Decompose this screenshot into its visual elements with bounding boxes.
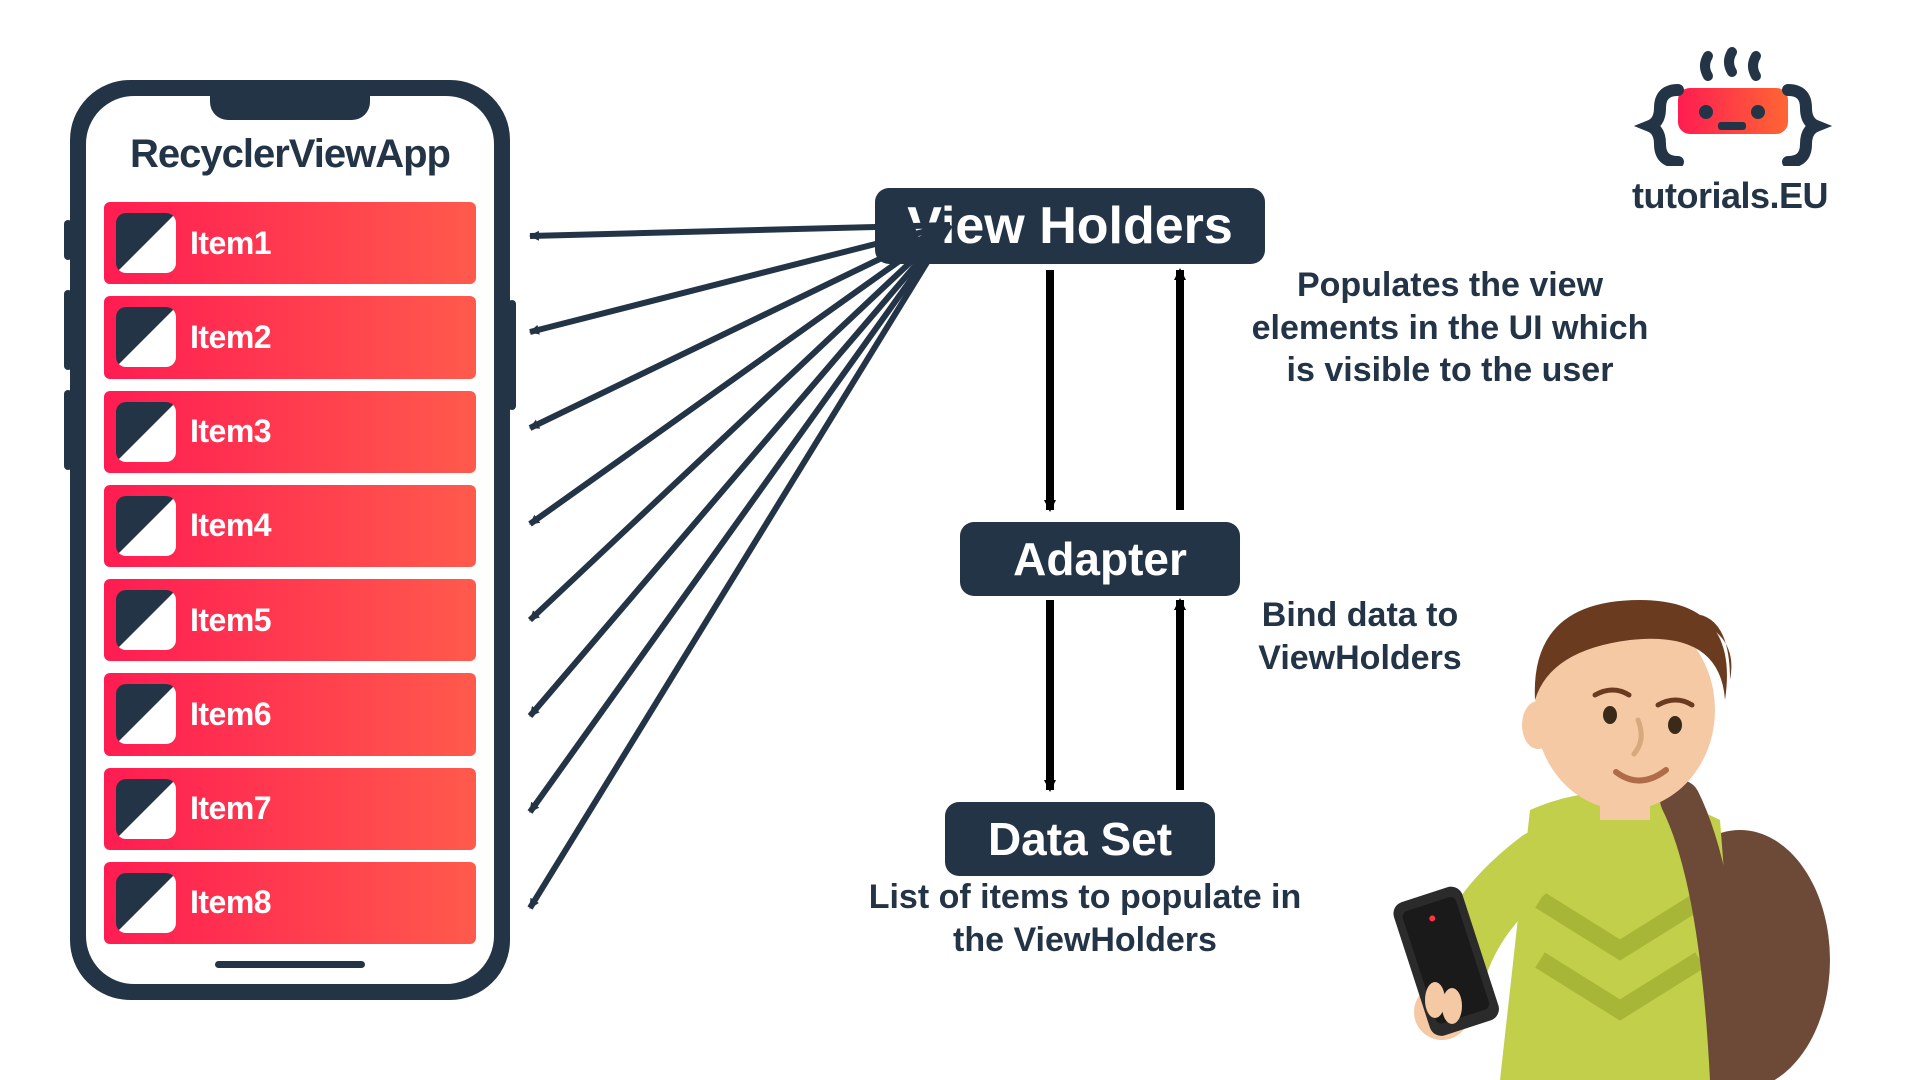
item-thumbnail-icon	[116, 873, 176, 933]
app-title: RecyclerViewApp	[86, 132, 494, 177]
list-item[interactable]: Item1	[104, 202, 476, 284]
item-thumbnail-icon	[116, 213, 176, 273]
item-label: Item1	[190, 225, 271, 262]
node-view-holders: View Holders	[875, 188, 1265, 264]
phone-notch	[210, 96, 370, 120]
phone-home-indicator	[215, 961, 365, 968]
list-item[interactable]: Item4	[104, 485, 476, 567]
brand-logo: tutorials.EU	[1620, 46, 1840, 217]
item-label: Item3	[190, 413, 271, 450]
phone-button-voldn	[64, 390, 72, 470]
item-thumbnail-icon	[116, 496, 176, 556]
logo-text: tutorials.EU	[1620, 175, 1840, 217]
recycler-list: Item1 Item2 Item3 Item4 Item5	[104, 202, 476, 944]
caption-data-set: List of items to populate in the ViewHol…	[860, 876, 1310, 961]
list-item[interactable]: Item3	[104, 391, 476, 473]
item-thumbnail-icon	[116, 684, 176, 744]
list-item[interactable]: Item5	[104, 579, 476, 661]
phone-button-mute	[64, 220, 72, 260]
item-label: Item2	[190, 319, 271, 356]
caption-view-holders: Populates the view elements in the UI wh…	[1235, 264, 1665, 392]
item-label: Item7	[190, 790, 271, 827]
phone-button-power	[508, 300, 516, 410]
list-item[interactable]: Item8	[104, 862, 476, 944]
list-item[interactable]: Item6	[104, 673, 476, 755]
item-thumbnail-icon	[116, 307, 176, 367]
item-thumbnail-icon	[116, 402, 176, 462]
logo-icon	[1620, 46, 1840, 166]
item-thumbnail-icon	[116, 779, 176, 839]
item-label: Item6	[190, 696, 271, 733]
node-data-set: Data Set	[945, 802, 1215, 876]
item-label: Item8	[190, 884, 271, 921]
item-label: Item5	[190, 602, 271, 639]
phone-button-volup	[64, 290, 72, 370]
character-illustration	[1380, 560, 1860, 1080]
phone-mockup: RecyclerViewApp Item1 Item2 Item3 Ite	[70, 80, 510, 1000]
item-label: Item4	[190, 507, 271, 544]
list-item[interactable]: Item7	[104, 768, 476, 850]
node-adapter: Adapter	[960, 522, 1240, 596]
list-item[interactable]: Item2	[104, 296, 476, 378]
item-thumbnail-icon	[116, 590, 176, 650]
